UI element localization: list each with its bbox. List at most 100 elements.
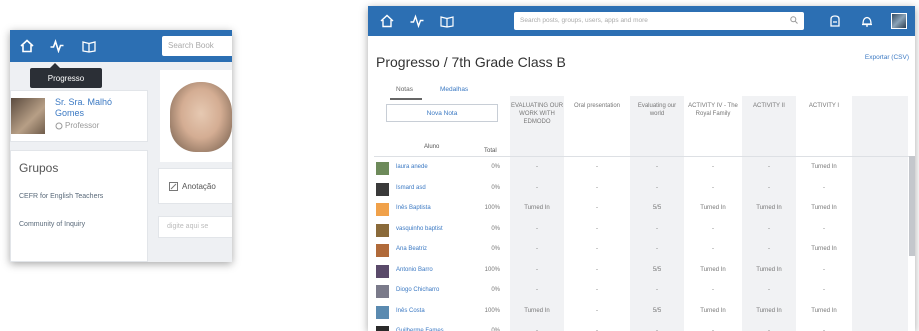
grade-cell[interactable]: - bbox=[572, 246, 622, 252]
student-avatar[interactable] bbox=[376, 203, 389, 216]
grade-cell[interactable]: - bbox=[512, 246, 562, 252]
grade-cell[interactable]: Turned In bbox=[799, 308, 849, 314]
grade-cell[interactable]: - bbox=[632, 164, 682, 170]
grade-cell[interactable]: - bbox=[688, 287, 738, 293]
grade-cell[interactable]: 5/5 bbox=[632, 267, 682, 273]
grade-cell[interactable]: 5/5 bbox=[632, 308, 682, 314]
progress-icon[interactable] bbox=[408, 12, 426, 30]
assignment-header[interactable]: EVALUATING OUR WORK WITH EDMODO bbox=[510, 102, 564, 126]
student-avatar[interactable] bbox=[376, 182, 389, 196]
user-avatar[interactable] bbox=[891, 13, 907, 29]
grade-cell[interactable]: Turned In bbox=[744, 308, 794, 314]
grade-cell[interactable]: - bbox=[799, 287, 849, 293]
grade-cell[interactable]: Turned In bbox=[799, 205, 849, 211]
grade-cell[interactable]: Turned In bbox=[688, 308, 738, 314]
home-icon[interactable] bbox=[18, 37, 36, 55]
backpack-icon[interactable] bbox=[826, 12, 844, 30]
student-avatar[interactable] bbox=[376, 264, 389, 278]
grade-cell[interactable]: - bbox=[688, 226, 738, 232]
grade-cell[interactable]: - bbox=[512, 185, 562, 191]
grade-cell[interactable]: - bbox=[632, 246, 682, 252]
student-name[interactable]: Inês Costa bbox=[396, 308, 425, 314]
profile-name[interactable]: Sr. Sra. Malhó Gomes bbox=[55, 97, 135, 119]
student-name[interactable]: Diogo Chicharro bbox=[396, 287, 439, 293]
grade-cell[interactable]: - bbox=[799, 185, 849, 191]
assignment-header[interactable]: ACTIVITY II bbox=[742, 102, 796, 110]
search-input[interactable]: Search Book bbox=[162, 36, 232, 56]
left-screenshot-crop: Search Book Progresso Sr. Sra. Malhó Gom… bbox=[10, 30, 232, 262]
student-avatar[interactable] bbox=[376, 326, 389, 331]
home-icon[interactable] bbox=[378, 12, 396, 30]
grade-cell[interactable]: - bbox=[512, 164, 562, 170]
grade-cell[interactable]: - bbox=[744, 226, 794, 232]
grade-cell[interactable]: - bbox=[799, 267, 849, 273]
profile-photo[interactable] bbox=[160, 70, 232, 162]
table-row: Diogo Chicharro 0% - - - - - - bbox=[368, 281, 915, 301]
scrollbar[interactable] bbox=[909, 156, 915, 256]
grade-cell[interactable]: Turned In bbox=[512, 205, 562, 211]
grade-cell[interactable]: - bbox=[572, 287, 622, 293]
grade-cell[interactable]: - bbox=[632, 185, 682, 191]
grade-cell[interactable]: Turned In bbox=[688, 267, 738, 273]
tab-notas[interactable]: Notas bbox=[396, 86, 413, 93]
grade-cell[interactable]: - bbox=[512, 287, 562, 293]
grade-cell[interactable]: - bbox=[688, 185, 738, 191]
assignment-header[interactable]: Evaluating our world bbox=[630, 102, 684, 118]
grade-cell[interactable]: - bbox=[688, 164, 738, 170]
grade-cell[interactable]: Turned In bbox=[744, 205, 794, 211]
student-avatar[interactable] bbox=[376, 223, 389, 237]
grade-cell[interactable]: - bbox=[744, 185, 794, 191]
grade-cell[interactable]: 5/5 bbox=[632, 205, 682, 211]
post-input[interactable]: digite aqui se bbox=[158, 216, 232, 238]
library-icon[interactable] bbox=[80, 37, 98, 55]
group-item[interactable]: CEFR for English Teachers bbox=[19, 193, 103, 200]
search-input[interactable]: Search posts, groups, users, apps and mo… bbox=[514, 12, 804, 30]
student-name[interactable]: Antonio Barro bbox=[396, 267, 433, 273]
student-avatar[interactable] bbox=[376, 285, 389, 298]
student-name[interactable]: Ana Beatriz bbox=[396, 246, 427, 252]
tab-medalhas[interactable]: Medalhas bbox=[440, 86, 468, 93]
grade-cell[interactable]: - bbox=[799, 226, 849, 232]
groups-title: Grupos bbox=[19, 161, 59, 175]
profile-thumbnail[interactable] bbox=[11, 98, 45, 134]
library-icon[interactable] bbox=[438, 12, 456, 30]
grade-cell[interactable]: Turned In bbox=[744, 267, 794, 273]
grade-cell[interactable]: - bbox=[572, 164, 622, 170]
student-avatar[interactable] bbox=[376, 244, 389, 257]
grade-cell[interactable]: Turned In bbox=[512, 308, 562, 314]
grade-cell[interactable]: - bbox=[572, 267, 622, 273]
grade-cell[interactable]: - bbox=[572, 205, 622, 211]
grade-cell[interactable]: Turned In bbox=[799, 246, 849, 252]
progress-icon[interactable] bbox=[48, 37, 66, 55]
assignment-header[interactable]: ACTIVITY IV - The Royal Family bbox=[686, 102, 740, 118]
grade-cell[interactable]: - bbox=[512, 267, 562, 273]
group-item[interactable]: Community of Inquiry bbox=[19, 221, 85, 228]
search-icon[interactable] bbox=[790, 16, 798, 24]
grade-cell[interactable]: Turned In bbox=[799, 164, 849, 170]
assignment-header[interactable]: ACTIVITY I bbox=[798, 102, 850, 110]
grade-cell[interactable]: - bbox=[688, 246, 738, 252]
grade-cell[interactable]: - bbox=[572, 185, 622, 191]
bell-icon[interactable] bbox=[858, 12, 876, 30]
column-header-total[interactable]: Total bbox=[484, 148, 497, 154]
column-header-student[interactable]: Aluno bbox=[424, 144, 439, 150]
grade-cell[interactable]: - bbox=[632, 226, 682, 232]
grade-cell[interactable]: - bbox=[512, 226, 562, 232]
assignment-header[interactable]: Oral presentation bbox=[566, 102, 628, 110]
export-csv-link[interactable]: Exportar (CSV) bbox=[865, 54, 909, 61]
grade-cell[interactable]: - bbox=[572, 308, 622, 314]
student-avatar[interactable] bbox=[376, 162, 389, 175]
new-note-button[interactable]: Nova Nota bbox=[386, 104, 498, 122]
grade-cell[interactable]: - bbox=[744, 246, 794, 252]
annotation-button[interactable]: Anotação bbox=[158, 168, 232, 204]
grade-cell[interactable]: - bbox=[744, 164, 794, 170]
student-avatar[interactable] bbox=[376, 305, 389, 319]
student-name[interactable]: vasquinho baptist bbox=[396, 226, 443, 232]
grade-cell[interactable]: - bbox=[572, 226, 622, 232]
student-name[interactable]: laura anede bbox=[396, 164, 428, 170]
grade-cell[interactable]: - bbox=[632, 287, 682, 293]
student-name[interactable]: Inês Baptista bbox=[396, 205, 431, 211]
student-name[interactable]: Ismard asd bbox=[396, 185, 426, 191]
grade-cell[interactable]: Turned In bbox=[688, 205, 738, 211]
grade-cell[interactable]: - bbox=[744, 287, 794, 293]
